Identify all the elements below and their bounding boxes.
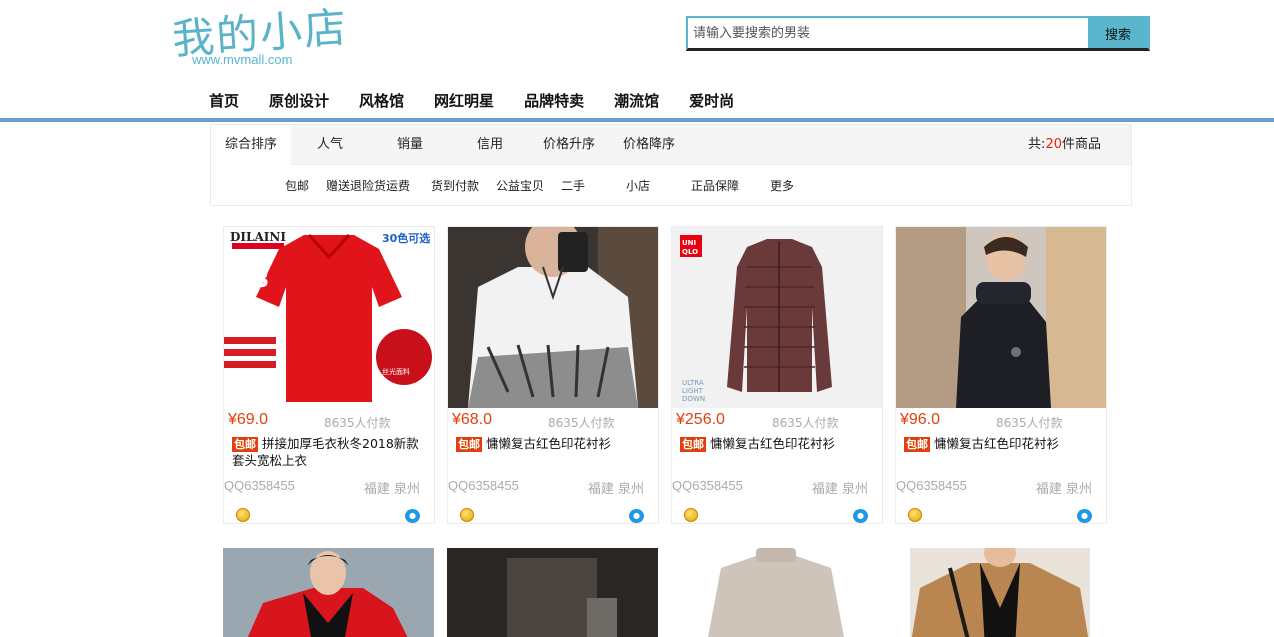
- chat-icon[interactable]: ●: [405, 509, 420, 523]
- gold-medal-icon: [908, 508, 922, 522]
- gold-medal-icon: [684, 508, 698, 522]
- product-image[interactable]: [448, 227, 658, 408]
- gold-medal-icon: [460, 508, 474, 522]
- svg-text:DOWN: DOWN: [682, 395, 705, 403]
- paid-count: 8635人付款: [996, 416, 1063, 430]
- tag-more[interactable]: 更多: [770, 177, 794, 194]
- search-bar: 搜索: [686, 16, 1150, 51]
- tag-free-shipping[interactable]: 包邮: [285, 177, 309, 194]
- seller-qq: QQ6358455: [896, 478, 967, 493]
- seller-qq: QQ6358455: [448, 478, 519, 493]
- sort-comprehensive[interactable]: 综合排序: [211, 125, 291, 165]
- seller-location: 福建 泉州: [587, 482, 644, 497]
- price: ¥96.0: [900, 411, 941, 428]
- tag-cod[interactable]: 货到付款: [431, 177, 479, 194]
- svg-text:30色可选: 30色可选: [382, 231, 430, 245]
- total-count: 共:20件商品: [1028, 137, 1101, 152]
- svg-text:ULTRA: ULTRA: [682, 379, 704, 387]
- tag-return-insurance[interactable]: 赠送退险货运费: [326, 177, 410, 194]
- sort-popularity[interactable]: 人气: [317, 125, 343, 165]
- search-input[interactable]: [688, 18, 1088, 48]
- seller-qq: QQ6358455: [224, 478, 295, 493]
- product-image[interactable]: [447, 548, 658, 637]
- product-image[interactable]: [910, 548, 1090, 637]
- price: ¥68.0: [452, 411, 493, 428]
- price: ¥69.0: [228, 411, 269, 428]
- paid-count: 8635人付款: [324, 416, 391, 430]
- free-shipping-badge: 包邮: [680, 437, 706, 452]
- free-shipping-badge: 包邮: [904, 437, 930, 452]
- seller-qq: QQ6358455: [672, 478, 743, 493]
- logo-url: www.mvmall.com: [192, 52, 293, 67]
- product-image[interactable]: [671, 548, 882, 637]
- nav-item-home[interactable]: 首页: [209, 90, 239, 112]
- tag-charity[interactable]: 公益宝贝: [496, 177, 544, 194]
- product-card[interactable]: ¥96.0 8635人付款 包邮 慵懒复古红色印花衬衫 QQ6358455 福建 …: [895, 226, 1107, 524]
- nav-item-style[interactable]: 风格馆: [359, 90, 404, 112]
- filter-panel: 综合排序 人气 销量 信用 价格升序 价格降序 共:20件商品 包邮 赠送退险货…: [210, 124, 1132, 206]
- chat-icon[interactable]: ●: [1077, 509, 1092, 523]
- nav-item-celebrity[interactable]: 网红明星: [434, 90, 494, 112]
- sort-credit[interactable]: 信用: [477, 125, 503, 165]
- product-image[interactable]: [896, 227, 1106, 408]
- seller-location: 福建 泉州: [363, 482, 420, 497]
- svg-text:LIGHT: LIGHT: [682, 387, 704, 395]
- product-title[interactable]: 包邮 慵懒复古红色印花衬衫: [904, 435, 1100, 452]
- product-card[interactable]: DILAINI 30色可选 丝光面料 3 ¥69.0 8635人付款 包邮 拼接加…: [223, 226, 435, 524]
- price: ¥256.0: [676, 411, 725, 428]
- nav-item-trend[interactable]: 潮流馆: [614, 90, 659, 112]
- sort-sales[interactable]: 销量: [397, 125, 423, 165]
- nav-item-original-design[interactable]: 原创设计: [269, 90, 329, 112]
- chat-icon[interactable]: ●: [629, 509, 644, 523]
- svg-text:丝光面料: 丝光面料: [382, 367, 410, 376]
- svg-text:3: 3: [254, 268, 269, 293]
- tag-second-hand[interactable]: 二手: [561, 177, 585, 194]
- product-card[interactable]: ¥68.0 8635人付款 包邮 慵懒复古红色印花衬衫 QQ6358455 福建 …: [447, 226, 659, 524]
- product-card[interactable]: UNI QLO ULTRA LIGHT DOWN ¥256.0 8635人付款 …: [671, 226, 883, 524]
- product-title[interactable]: 包邮 慵懒复古红色印花衬衫: [680, 435, 876, 452]
- chat-icon[interactable]: ●: [853, 509, 868, 523]
- gold-medal-icon: [236, 508, 250, 522]
- nav-item-fashion[interactable]: 爱时尚: [689, 90, 734, 112]
- free-shipping-badge: 包邮: [232, 437, 258, 452]
- paid-count: 8635人付款: [548, 416, 615, 430]
- nav-item-brand-sale[interactable]: 品牌特卖: [524, 90, 584, 112]
- free-shipping-badge: 包邮: [456, 437, 482, 452]
- sort-row: 综合排序 人气 销量 信用 价格升序 价格降序 共:20件商品: [211, 125, 1131, 165]
- sort-price-asc[interactable]: 价格升序: [543, 125, 595, 165]
- product-image[interactable]: DILAINI 30色可选 丝光面料 3: [224, 227, 434, 408]
- paid-count: 8635人付款: [772, 416, 839, 430]
- page: 我的小店 www.mvmall.com 搜索 首页 原创设计 风格馆 网红明星 …: [0, 0, 1274, 637]
- tag-genuine[interactable]: 正品保障: [691, 177, 739, 194]
- sort-price-desc[interactable]: 价格降序: [623, 125, 675, 165]
- nav-divider: [0, 118, 1274, 122]
- product-title[interactable]: 包邮 拼接加厚毛衣秋冬2018新款套头宽松上衣: [232, 435, 428, 469]
- svg-text:QLO: QLO: [682, 248, 698, 256]
- main-nav: 首页 原创设计 风格馆 网红明星 品牌特卖 潮流馆 爱时尚: [209, 90, 764, 112]
- logo[interactable]: 我的小店 www.mvmall.com: [170, 3, 350, 68]
- search-button[interactable]: 搜索: [1088, 18, 1148, 48]
- svg-text:DILAINI: DILAINI: [230, 230, 286, 244]
- product-image[interactable]: [223, 548, 434, 637]
- tag-small-shop[interactable]: 小店: [626, 177, 650, 194]
- seller-location: 福建 泉州: [1035, 482, 1092, 497]
- product-title[interactable]: 包邮 慵懒复古红色印花衬衫: [456, 435, 652, 452]
- product-image[interactable]: UNI QLO ULTRA LIGHT DOWN: [672, 227, 882, 408]
- seller-location: 福建 泉州: [811, 482, 868, 497]
- svg-text:UNI: UNI: [682, 239, 696, 247]
